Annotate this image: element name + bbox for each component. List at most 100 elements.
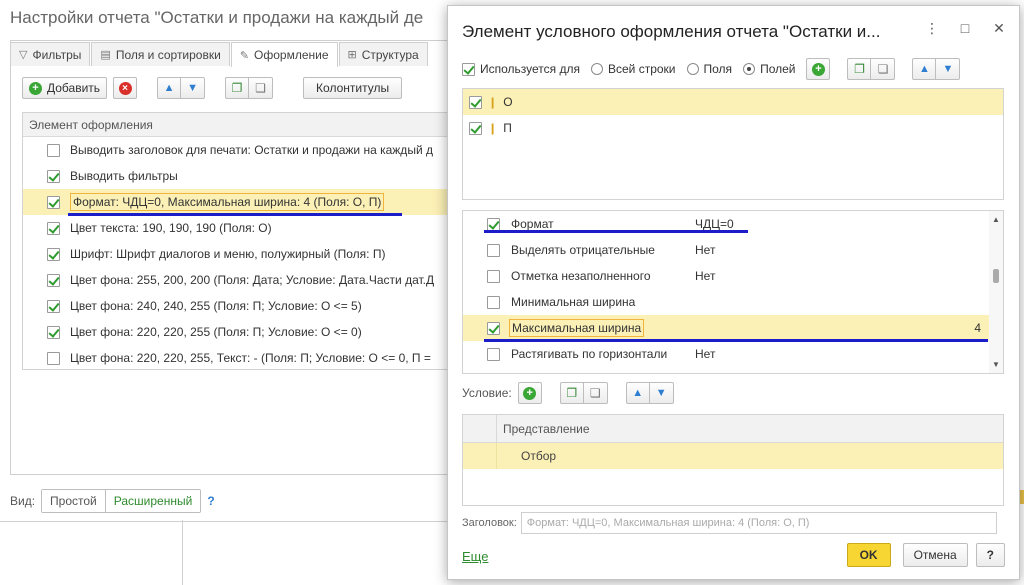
row-checkbox[interactable]	[47, 195, 60, 209]
row-checkbox[interactable]	[47, 299, 60, 313]
row-checkbox[interactable]	[47, 325, 60, 339]
list-item-selected[interactable]: Формат: ЧДЦ=0, Максимальная ширина: 4 (П…	[23, 189, 460, 215]
property-value[interactable]: Нет	[695, 243, 715, 257]
maximize-icon[interactable]: □	[959, 20, 971, 37]
property-checkbox[interactable]	[487, 217, 500, 231]
condition-item-selected[interactable]: Отбор	[463, 443, 1003, 469]
property-row-selected[interactable]: Максимальная ширина 4	[463, 315, 1003, 341]
property-value[interactable]: ЧДЦ=0	[695, 217, 734, 231]
copy-button[interactable]: ❐	[847, 58, 872, 80]
field-item-selected[interactable]: ❙ О	[463, 89, 1003, 115]
row-checkbox[interactable]	[47, 273, 60, 287]
row-text: Цвет фона: 220, 220, 255 (Поля: П; Услов…	[70, 325, 362, 339]
move-down-button[interactable]: ▼	[181, 77, 206, 99]
list-item[interactable]: Цвет фона: 240, 240, 255 (Поля: П; Услов…	[23, 293, 460, 319]
scroll-up-icon[interactable]: ▲	[992, 215, 1000, 224]
condition-label: Условие:	[462, 386, 512, 400]
field-name: О	[503, 95, 513, 109]
radio-all-rows[interactable]	[591, 63, 603, 75]
view-simple-button[interactable]: Простой	[42, 490, 105, 512]
copy-button[interactable]: ❐	[225, 77, 250, 99]
add-label: Добавить	[47, 81, 101, 95]
field-checkbox[interactable]	[469, 95, 482, 109]
row-checkbox[interactable]	[47, 247, 60, 261]
tab-structure[interactable]: ⊞ Структура	[338, 42, 428, 66]
annotation-underline	[484, 339, 988, 342]
property-name: Растягивать по горизонтали	[511, 347, 668, 361]
field-item[interactable]: ❙ П	[463, 115, 1003, 141]
radio-field[interactable]	[686, 63, 699, 75]
list-item[interactable]: Цвет фона: 220, 220, 255 (Поля: П; Услов…	[23, 319, 460, 345]
plus-icon: +	[29, 81, 42, 95]
headers-footers-button[interactable]: Колонтитулы	[303, 77, 403, 99]
close-icon[interactable]: ✕	[993, 20, 1005, 37]
move-up-button[interactable]: ▲	[157, 77, 182, 99]
list-item[interactable]: Выводить заголовок для печати: Остатки и…	[23, 137, 460, 163]
row-checkbox[interactable]	[47, 351, 60, 365]
radio-fields[interactable]	[743, 63, 756, 75]
field-checkbox[interactable]	[469, 121, 482, 135]
add-condition-button[interactable]: +	[517, 382, 542, 404]
property-name: Отметка незаполненного	[511, 269, 651, 283]
property-row[interactable]: Формат ЧДЦ=0	[463, 211, 1003, 237]
header-label: Заголовок:	[462, 517, 517, 529]
property-row[interactable]: Отметка незаполненного Нет	[463, 263, 1003, 289]
tab-label: Поля и сортировки	[115, 47, 221, 62]
plus-icon: +	[523, 386, 537, 400]
move-up-button[interactable]: ▲	[625, 382, 650, 404]
list-item[interactable]: Цвет фона: 220, 220, 255, Текст: - (Поля…	[23, 345, 460, 369]
scroll-thumb[interactable]	[993, 269, 999, 283]
list-item[interactable]: Цвет текста: 190, 190, 190 (Поля: О)	[23, 215, 460, 241]
move-up-button[interactable]: ▲	[912, 58, 937, 80]
fields-list: ❙ О ❙ П	[462, 88, 1004, 200]
copy-group: ❐ ❏	[847, 58, 896, 80]
delete-button[interactable]: ×	[113, 77, 138, 99]
condition-column-header: Представление	[503, 421, 590, 436]
tab-filters[interactable]: ▽ Фильтры	[10, 42, 91, 66]
property-row[interactable]: Выделять отрицательные Нет	[463, 237, 1003, 263]
used-for-label: Используется для	[480, 62, 580, 76]
tab-fields-sorting[interactable]: ▤ Поля и сортировки	[91, 42, 230, 66]
ok-button[interactable]: OK	[846, 543, 891, 567]
property-checkbox[interactable]	[487, 243, 500, 257]
paste-button[interactable]: ❏	[249, 77, 274, 99]
paste-button[interactable]: ❏	[871, 58, 896, 80]
property-row[interactable]: Минимальная ширина	[463, 289, 1003, 315]
properties-scrollbar[interactable]: ▲ ▼	[989, 211, 1003, 373]
property-checkbox[interactable]	[487, 295, 500, 309]
header-input[interactable]: Формат: ЧДЦ=0, Максимальная ширина: 4 (П…	[520, 512, 997, 534]
property-checkbox[interactable]	[487, 347, 500, 361]
property-checkbox[interactable]	[487, 321, 500, 335]
scroll-down-icon[interactable]: ▼	[992, 360, 1000, 369]
add-button[interactable]: + Добавить	[22, 77, 108, 99]
paste-button[interactable]: ❏	[583, 382, 608, 404]
move-down-button[interactable]: ▼	[649, 382, 674, 404]
window-controls: ⋮ □ ✕	[925, 20, 1005, 37]
used-for-checkbox[interactable]	[462, 62, 475, 76]
copy-button[interactable]: ❐	[559, 382, 584, 404]
tab-appearance[interactable]: ✎ Оформление	[230, 42, 338, 67]
plus-icon: +	[811, 62, 825, 76]
property-value[interactable]: Нет	[695, 347, 715, 361]
copy-icon: ❐	[231, 81, 243, 95]
cancel-button[interactable]: Отмена	[902, 543, 968, 567]
help-button[interactable]: ?	[975, 543, 1005, 567]
move-down-button[interactable]: ▼	[936, 58, 961, 80]
structure-icon: ⊞	[347, 49, 357, 61]
add-field-button[interactable]: +	[806, 58, 831, 80]
list-item[interactable]: Шрифт: Шрифт диалогов и меню, полужирный…	[23, 241, 460, 267]
more-icon[interactable]: ⋮	[925, 20, 939, 37]
property-row[interactable]: Растягивать по горизонтали Нет	[463, 341, 1003, 367]
row-checkbox[interactable]	[47, 221, 60, 235]
help-icon[interactable]: ?	[207, 494, 214, 508]
list-item[interactable]: Цвет фона: 255, 200, 200 (Поля: Дата; Ус…	[23, 267, 460, 293]
property-value[interactable]: Нет	[695, 269, 715, 283]
list-header: Элемент оформления	[23, 113, 460, 137]
more-link[interactable]: Еще	[462, 549, 488, 564]
view-advanced-button[interactable]: Расширенный	[104, 490, 201, 512]
row-checkbox[interactable]	[47, 169, 60, 183]
list-item[interactable]: Выводить фильтры	[23, 163, 460, 189]
row-checkbox[interactable]	[47, 143, 60, 157]
property-checkbox[interactable]	[487, 269, 500, 283]
property-value[interactable]: 4	[974, 321, 981, 335]
